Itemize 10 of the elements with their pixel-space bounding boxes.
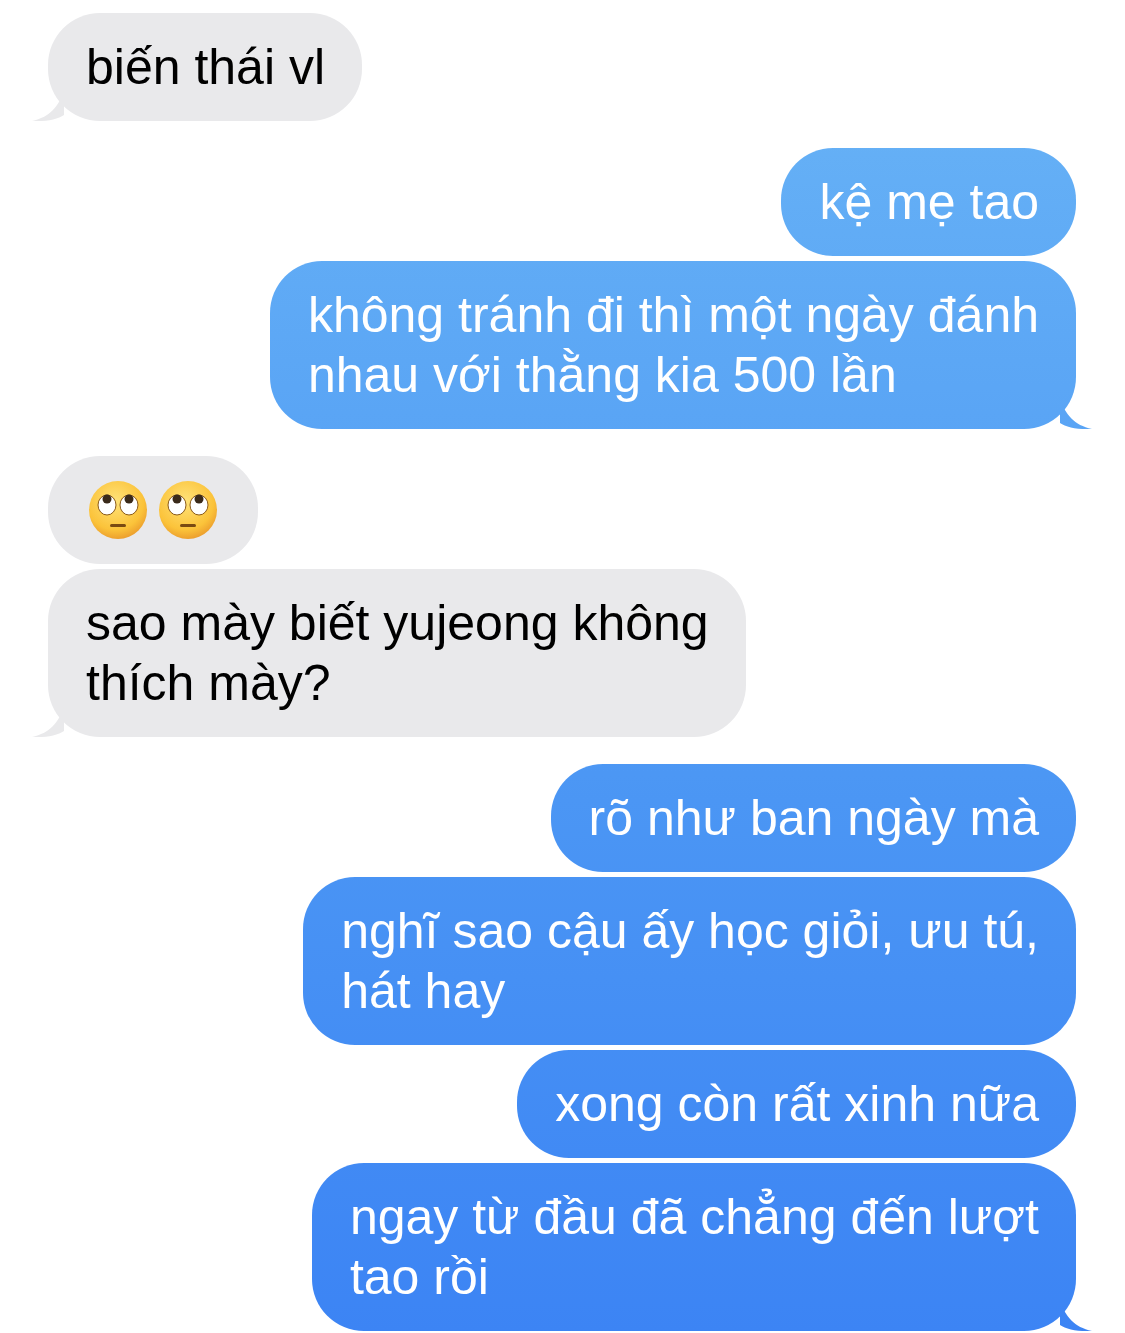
message-text: xong còn rất xinh nữa: [555, 1076, 1039, 1132]
message-text: kệ mẹ tao: [819, 174, 1039, 230]
eye-roll-face-icon: [158, 480, 218, 540]
message-text: không tránh đi thì một ngày đánh nhau với thằng kia 500 lần: [307, 287, 1039, 403]
message-text: biến thái vl: [86, 39, 326, 95]
eye-roll-face-icon: [88, 480, 148, 540]
message-text: nghĩ sao cậu ấy học giỏi, ưu tú, hát hay: [341, 903, 1039, 1019]
message-text: rõ như ban ngày mà: [588, 790, 1039, 846]
message-text: ngay từ đầu đã chẳng đến lượt tao rồi: [349, 1189, 1039, 1305]
message-text: sao mày biết yujeong không thích mày?: [86, 595, 709, 711]
